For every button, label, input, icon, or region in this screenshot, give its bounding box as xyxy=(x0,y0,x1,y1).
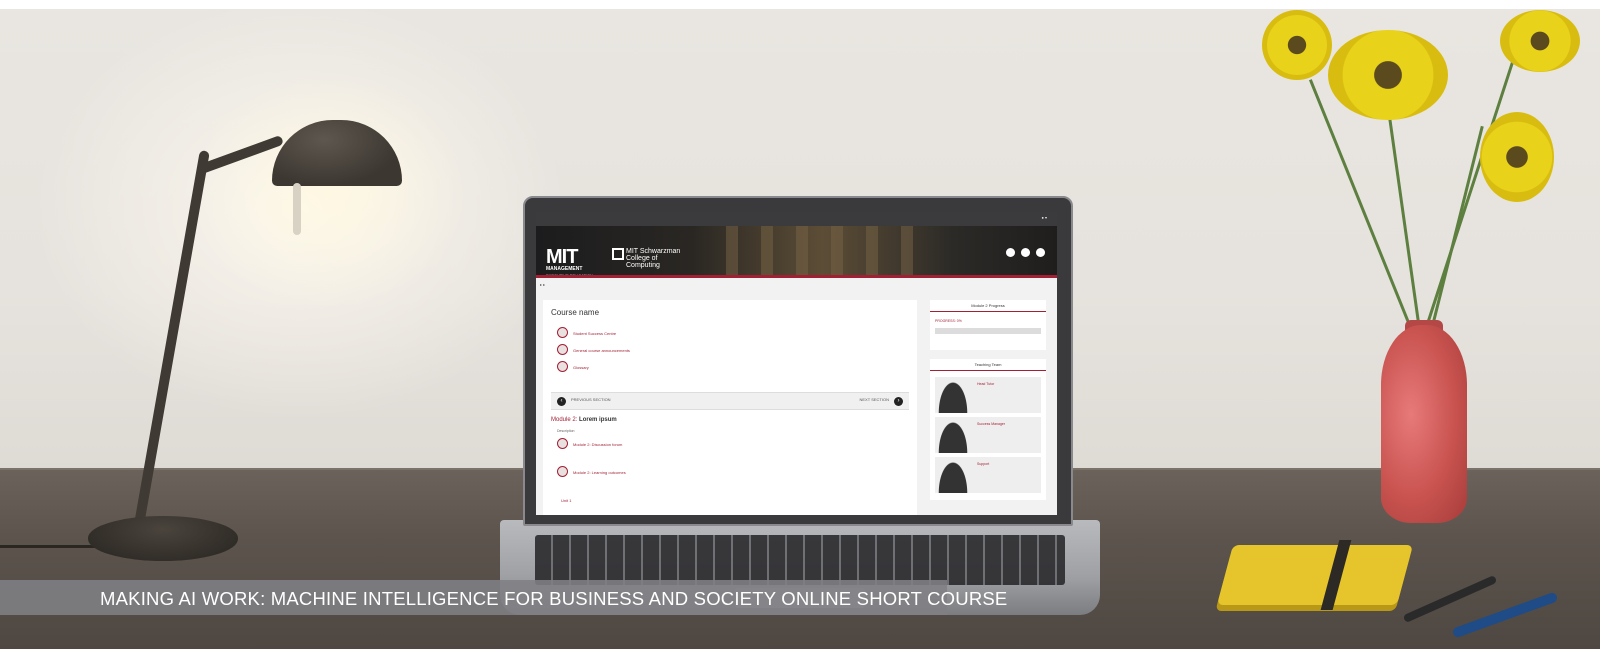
prev-section-label: PREVIOUS SECTION xyxy=(571,397,611,402)
schwarzman-label: MIT Schwarzman College of Computing xyxy=(626,248,681,269)
link-success-centre: Student Success Centre xyxy=(573,331,617,336)
top-border xyxy=(0,0,1600,9)
building-column xyxy=(901,226,913,275)
prev-arrow-icon: ‹ xyxy=(557,397,566,406)
next-arrow-icon: › xyxy=(894,397,903,406)
vase xyxy=(1381,325,1467,523)
progress-panel: Module 2 Progress PROGRESS: 0% xyxy=(930,300,1046,350)
avatar-icon xyxy=(938,461,968,493)
mit-management-label: MANAGEMENT xyxy=(546,266,583,272)
progress-title-underline xyxy=(930,311,1046,312)
flower xyxy=(1262,10,1332,80)
module-description: Description xyxy=(557,429,575,433)
team-member: Success Manager xyxy=(935,417,1041,453)
team-member-role: Success Manager xyxy=(977,422,1006,426)
forum-icon xyxy=(557,438,568,449)
screen-header-banner: MIT MANAGEMENT EXECUTIVE EDUCATION MIT S… xyxy=(536,226,1057,278)
header-accent-line xyxy=(536,275,1057,278)
teaching-team-title: Teaching Team xyxy=(974,362,1002,367)
building-column xyxy=(761,226,773,275)
schwarzman-logo-icon xyxy=(612,248,624,260)
linkedin-icon xyxy=(1036,248,1045,257)
announcements-icon xyxy=(557,344,568,355)
flower xyxy=(1328,30,1448,120)
unit-label: Unit 1 xyxy=(561,498,572,503)
link-glossary: Glossary xyxy=(573,365,589,370)
teaching-team-panel: Teaching Team Head Tutor Success Manager… xyxy=(930,359,1046,500)
progress-label-text: PROGRESS: xyxy=(935,319,956,323)
notebook xyxy=(1216,545,1414,605)
building-column xyxy=(831,226,843,275)
glossary-icon xyxy=(557,361,568,372)
facebook-icon xyxy=(1021,248,1030,257)
flower xyxy=(1480,112,1554,202)
module-prefix: Module 2: xyxy=(551,417,578,423)
caption-title: MAKING AI WORK: MACHINE INTELLIGENCE FOR… xyxy=(100,588,1008,609)
photo-scene: ● ▾ MIT MANAGEMENT EXECUTIVE EDUCATION M… xyxy=(0,0,1600,649)
link-outcomes: Module 2: Learning outcomes xyxy=(573,470,626,475)
screen-topbar: ● ▾ xyxy=(536,212,1057,226)
course-main-panel: Course name Student Success Centre Gener… xyxy=(543,300,917,515)
laptop-screen: ● ▾ MIT MANAGEMENT EXECUTIVE EDUCATION M… xyxy=(536,212,1057,515)
section-navigation: ‹ PREVIOUS SECTION NEXT SECTION › xyxy=(551,392,909,410)
link-announcements: General course announcements xyxy=(573,348,630,353)
flower xyxy=(1500,10,1580,72)
lamp-glow xyxy=(180,60,480,320)
progress-bar xyxy=(935,328,1041,334)
teaching-team-underline xyxy=(930,370,1046,371)
success-centre-icon xyxy=(557,327,568,338)
lamp-bulb xyxy=(293,183,301,235)
lamp-base xyxy=(88,516,238,561)
avatar-icon xyxy=(938,381,968,413)
progress-label: PROGRESS: 0% xyxy=(935,319,962,323)
building-column xyxy=(866,226,878,275)
breadcrumb: ▸ ▸ xyxy=(540,282,546,287)
course-name: Course name xyxy=(551,308,600,317)
caption-bar: MAKING AI WORK: MACHINE INTELLIGENCE FOR… xyxy=(0,580,1007,615)
module-heading: Module 2: Lorem ipsum xyxy=(551,417,617,423)
avatar-icon xyxy=(938,421,968,453)
progress-title: Module 2 Progress xyxy=(971,303,1005,308)
building-column xyxy=(796,226,808,275)
team-member-role: Head Tutor xyxy=(977,382,995,386)
laptop-keyboard xyxy=(535,535,1065,585)
user-menu: ● ▾ xyxy=(1041,215,1047,220)
link-forum: Module 2: Discussion forum xyxy=(573,442,623,447)
outcomes-icon xyxy=(557,466,568,477)
twitter-icon xyxy=(1006,248,1015,257)
team-member-role: Support xyxy=(977,462,990,466)
building-column xyxy=(726,226,738,275)
module-title: Lorem ipsum xyxy=(579,417,617,423)
lamp-cord xyxy=(0,545,100,548)
team-member: Head Tutor xyxy=(935,377,1041,413)
team-member: Support xyxy=(935,457,1041,493)
next-section-label: NEXT SECTION xyxy=(859,397,890,402)
progress-value: 0% xyxy=(956,319,962,323)
